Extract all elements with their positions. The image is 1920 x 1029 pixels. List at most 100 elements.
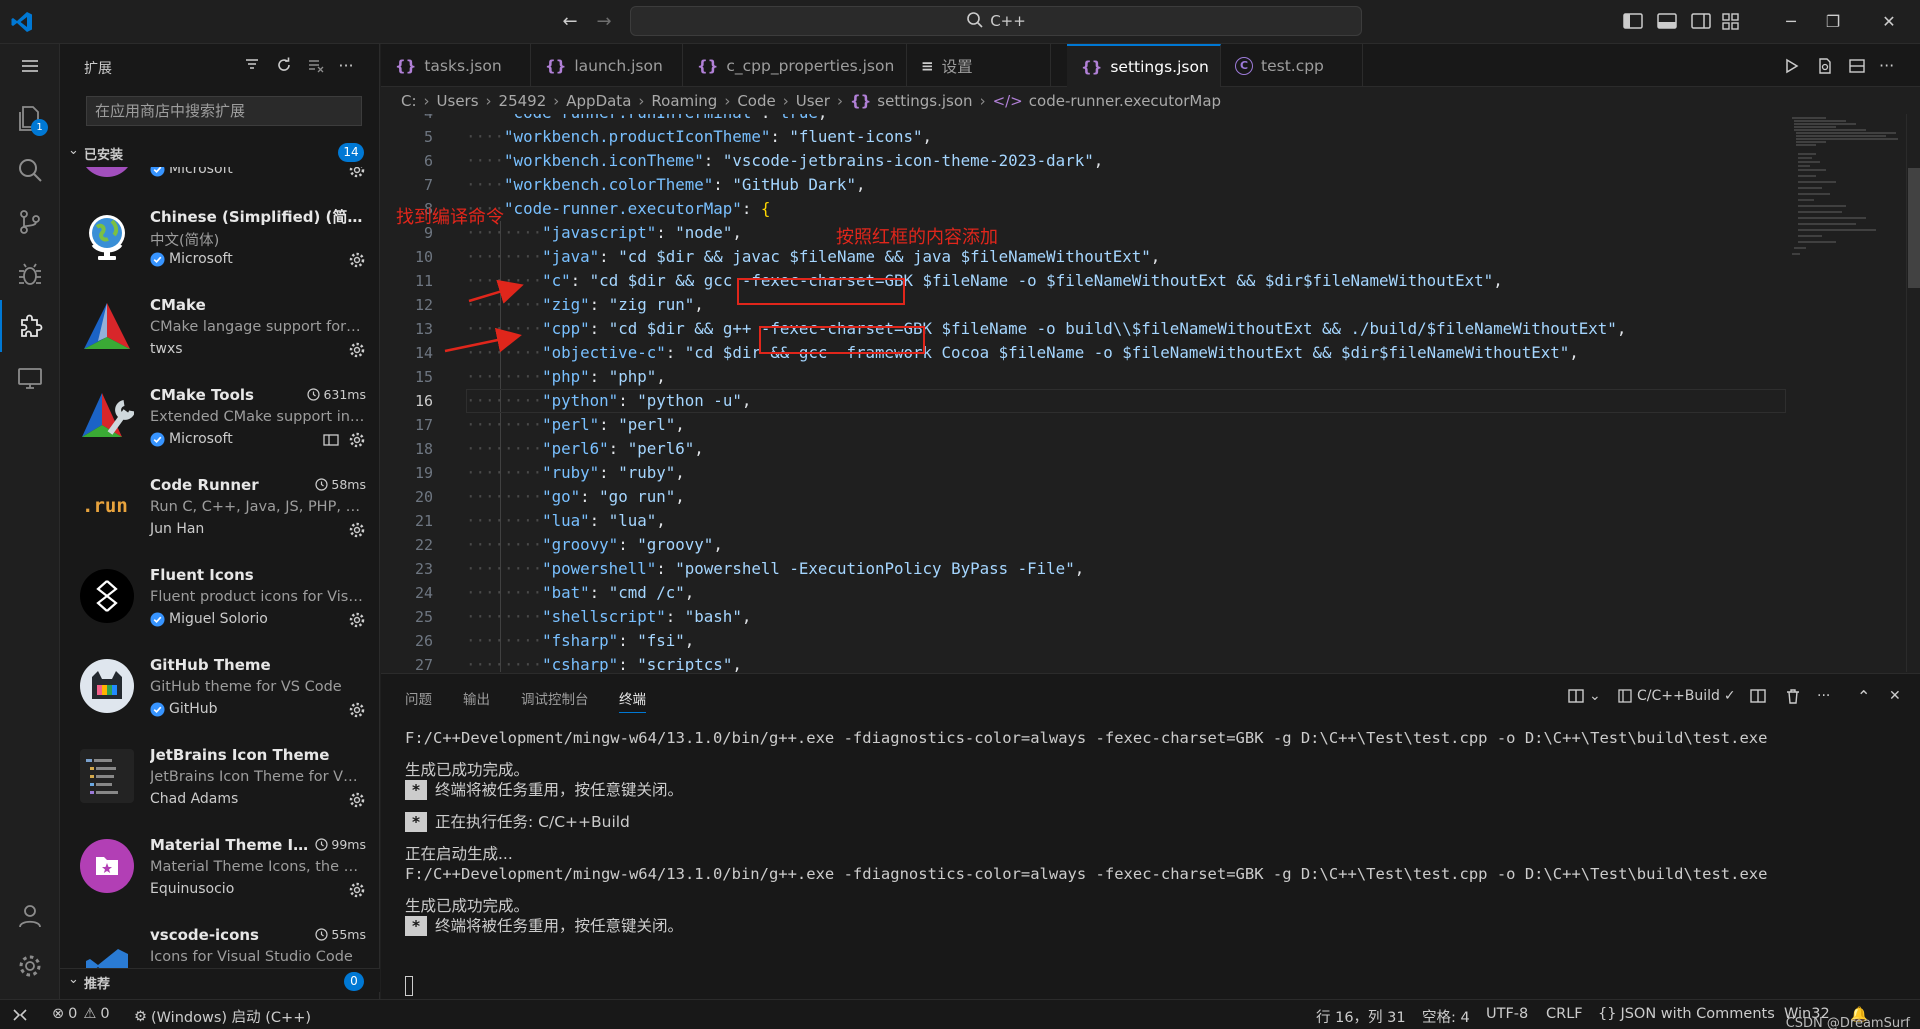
extension-item[interactable]: CMake CMake langage support for Visual S… <box>60 283 380 373</box>
explorer-icon[interactable]: 1 <box>0 92 60 144</box>
toggle-primary-sidebar-icon[interactable] <box>1622 10 1644 32</box>
tab-test-cpp[interactable]: C test.cpp <box>1221 44 1363 87</box>
split-editor-icon[interactable] <box>1847 56 1867 76</box>
extension-item[interactable]: GitHub Theme GitHub theme for VS Code Gi… <box>60 643 380 733</box>
maximize-panel-icon[interactable]: ⌃ <box>1857 686 1870 706</box>
forward-arrow-icon[interactable]: → <box>592 10 616 34</box>
code-line[interactable]: ········"groovy": "groovy", <box>466 533 723 557</box>
code-line[interactable]: ········"ruby": "ruby", <box>466 461 685 485</box>
command-center[interactable]: C++ <box>630 6 1362 36</box>
language-mode[interactable]: {} JSON with Comments <box>1598 1006 1775 1022</box>
manage-extension-gear-icon[interactable] <box>348 341 366 359</box>
breadcrumb-item[interactable]: Users <box>437 92 479 110</box>
trash-icon[interactable] <box>1784 686 1802 706</box>
recommended-section-header[interactable]: ⌄ 推荐 0 <box>60 968 380 992</box>
extension-item[interactable]: CMake Tools 631ms Extended CMake support… <box>60 373 380 463</box>
tab-terminal[interactable]: 终端 <box>619 688 646 713</box>
breadcrumb-item[interactable]: settings.json <box>877 92 972 110</box>
code-line[interactable]: ········"objective-c": "cd $dir && gcc -… <box>466 341 1579 365</box>
editor-vertical-scrollbar[interactable] <box>1906 114 1920 672</box>
code-line[interactable]: ········"lua": "lua", <box>466 509 666 533</box>
menu-icon[interactable] <box>0 44 60 88</box>
extension-item[interactable]: Microsoft <box>60 167 380 193</box>
breadcrumb-item[interactable]: User <box>796 92 830 110</box>
split-terminal-icon[interactable] <box>1749 686 1767 706</box>
terminal-output[interactable]: F:/C++Development/mingw-w64/13.1.0/bin/g… <box>405 728 1885 998</box>
code-line[interactable]: ········"bat": "cmd /c", <box>466 581 694 605</box>
restore-button[interactable]: ❐ <box>1818 8 1848 36</box>
code-line[interactable]: ········"perl6": "perl6", <box>466 437 704 461</box>
scrollbar-thumb[interactable] <box>1908 168 1920 288</box>
terminal-instance[interactable]: C/C++Build ✓ <box>1617 686 1736 706</box>
manage-extension-gear-icon[interactable] <box>348 251 366 269</box>
minimize-button[interactable]: ─ <box>1776 8 1806 36</box>
search-view-icon[interactable] <box>0 144 60 196</box>
new-terminal-dropdown[interactable]: ⌄ <box>1567 686 1601 706</box>
tab-problems[interactable]: 问题 <box>405 688 432 708</box>
code-line[interactable]: ········"java": "cd $dir && javac $fileN… <box>466 245 1160 269</box>
breadcrumb-item[interactable]: C: <box>401 92 417 110</box>
customize-layout-icon[interactable] <box>1720 10 1742 32</box>
source-control-icon[interactable] <box>0 196 60 248</box>
extension-item[interactable]: Material Theme Icons 99ms Material Theme… <box>60 823 380 913</box>
code-line[interactable]: ········"powershell": "powershell -Execu… <box>466 557 1084 581</box>
manage-extension-gear-icon[interactable] <box>348 431 366 449</box>
clear-search-icon[interactable] <box>306 56 326 76</box>
debug-target[interactable]: ⚙ (Windows) 启动 (C++) <box>134 1006 311 1027</box>
accounts-icon[interactable] <box>0 890 60 942</box>
toggle-secondary-sidebar-icon[interactable] <box>1690 10 1712 32</box>
extension-item[interactable]: Chinese (Simplified) (简体中文) Language Pac… <box>60 193 380 283</box>
breadcrumb-item[interactable]: AppData <box>566 92 631 110</box>
extensions-icon[interactable] <box>0 300 60 352</box>
manage-extension-gear-icon[interactable] <box>348 701 366 719</box>
end-of-line[interactable]: CRLF <box>1546 1006 1583 1022</box>
close-button[interactable]: ✕ <box>1874 8 1904 36</box>
back-arrow-icon[interactable]: ← <box>558 10 582 34</box>
code-line[interactable]: ········"csharp": "scriptcs", <box>466 653 742 672</box>
tab-c-cpp-properties-json[interactable]: {} c_cpp_properties.json <box>683 44 907 87</box>
extension-item[interactable]: JetBrains Icon Theme JetBrains Icon Them… <box>60 733 380 823</box>
run-code-icon[interactable] <box>1781 56 1801 76</box>
manage-extension-gear-icon[interactable] <box>348 881 366 899</box>
code-line[interactable]: ········"zig": "zig run", <box>466 293 704 317</box>
remote-indicator[interactable] <box>0 1000 40 1029</box>
code-content[interactable]: ····"code-runner.runInTerminal": true,··… <box>466 114 1866 672</box>
remote-explorer-icon[interactable] <box>0 352 60 404</box>
extension-pack-icon[interactable] <box>322 431 340 449</box>
more-panel-actions-icon[interactable]: ··· <box>1817 686 1830 706</box>
code-line[interactable]: ····"code-runner.executorMap": { <box>466 197 770 221</box>
code-line[interactable]: ········"python": "python -u", <box>466 389 751 413</box>
extension-search-input[interactable] <box>86 96 362 126</box>
filter-icon[interactable] <box>242 56 262 76</box>
toggle-panel-icon[interactable] <box>1656 10 1678 32</box>
problems-indicator[interactable]: ⊗ 0 ⚠ 0 <box>52 1006 110 1022</box>
manage-extension-gear-icon[interactable] <box>348 167 366 179</box>
tab-settings-json[interactable]: {} settings.json <box>1067 44 1221 87</box>
cursor-position[interactable]: 行 16，列 31 <box>1316 1006 1406 1027</box>
code-line[interactable]: ········"shellscript": "bash", <box>466 605 751 629</box>
code-line[interactable]: ········"cpp": "cd $dir && g++ -fexec-ch… <box>466 317 1626 341</box>
indentation[interactable]: 空格: 4 <box>1422 1006 1470 1027</box>
open-settings-ui-icon[interactable] <box>1815 56 1835 76</box>
tab-output[interactable]: 输出 <box>463 688 490 708</box>
installed-section-header[interactable]: ⌄ 已安装 14 <box>60 141 380 165</box>
code-line[interactable]: ········"go": "go run", <box>466 485 685 509</box>
code-line[interactable]: ····"workbench.productIconTheme": "fluen… <box>466 125 932 149</box>
code-line[interactable]: ····"code-runner.runInTerminal": true, <box>466 114 827 125</box>
manage-extension-gear-icon[interactable] <box>348 611 366 629</box>
breadcrumb-item[interactable]: code-runner.executorMap <box>1029 92 1221 110</box>
tab-launch-json[interactable]: {} launch.json <box>531 44 683 87</box>
breadcrumb-item[interactable]: 25492 <box>499 92 547 110</box>
run-debug-icon[interactable] <box>0 248 60 300</box>
more-editor-actions-icon[interactable]: ··· <box>1879 56 1899 76</box>
code-line[interactable]: ········"c": "cd $dir && gcc -fexec-char… <box>466 269 1503 293</box>
close-panel-icon[interactable]: ✕ <box>1889 686 1901 706</box>
code-line[interactable]: ····"workbench.colorTheme": "GitHub Dark… <box>466 173 865 197</box>
more-actions-icon[interactable]: ··· <box>336 56 356 76</box>
minimap[interactable] <box>1786 114 1906 274</box>
code-line[interactable]: ········"javascript": "node", <box>466 221 742 245</box>
code-line[interactable]: ····"workbench.iconTheme": "vscode-jetbr… <box>466 149 1103 173</box>
vscode-logo-icon[interactable] <box>10 10 34 34</box>
refresh-icon[interactable] <box>274 56 294 76</box>
tab-debug-console[interactable]: 调试控制台 <box>521 688 589 708</box>
